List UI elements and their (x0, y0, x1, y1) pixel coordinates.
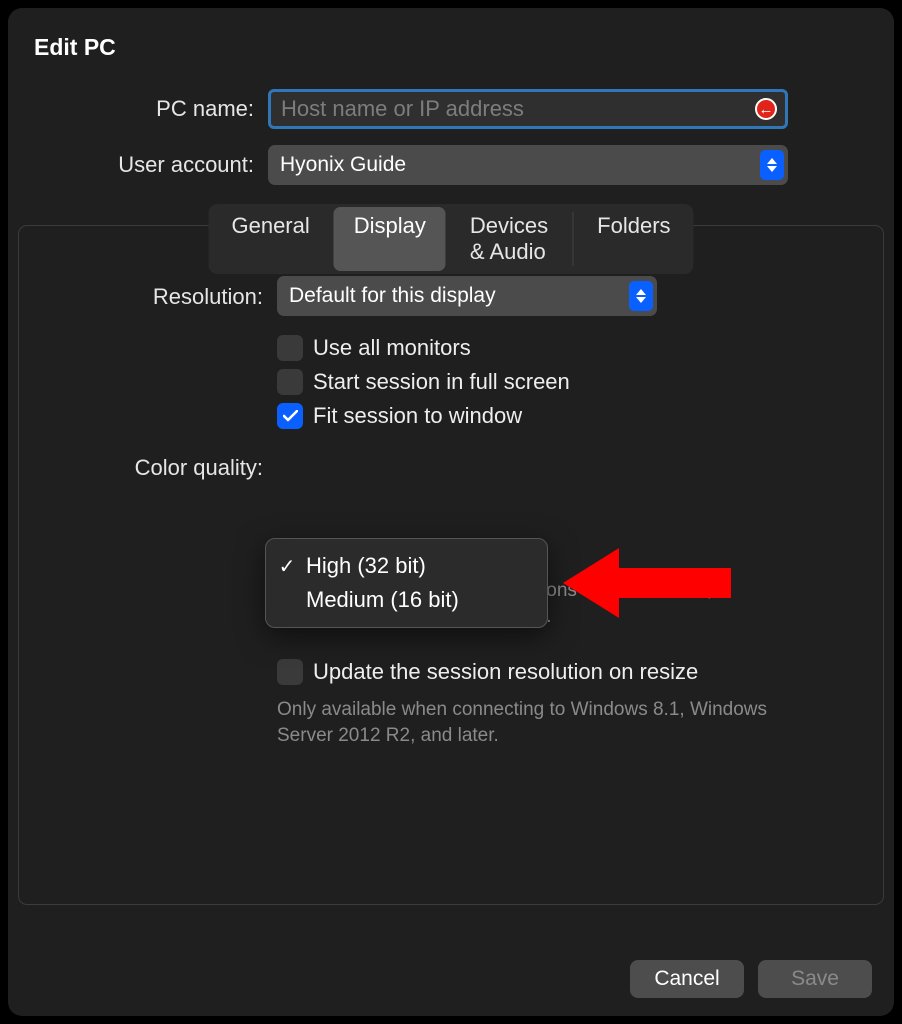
user-account-select[interactable]: Hyonix Guide (268, 145, 788, 185)
full-screen-option[interactable]: Start session in full screen (277, 369, 570, 395)
user-account-value: Hyonix Guide (280, 153, 406, 177)
pc-name-placeholder: Host name or IP address (281, 96, 524, 122)
stepper-icon (760, 150, 784, 180)
checkbox-unchecked-icon (277, 369, 303, 395)
tab-display[interactable]: Display (334, 207, 446, 271)
dialog-footer: Cancel Save (630, 960, 872, 998)
update-on-resize-note: Only available when connecting to Window… (277, 697, 787, 748)
display-tab-content: Resolution: Default for this display (37, 226, 865, 749)
user-account-row: User account: Hyonix Guide (18, 145, 884, 185)
tab-bar: General Display Devices & Audio Folders (208, 204, 693, 274)
resolution-value: Default for this display (289, 284, 496, 308)
tab-folders[interactable]: Folders (577, 207, 690, 271)
color-quality-dropdown: ✓ High (32 bit) Medium (16 bit) (265, 538, 548, 628)
update-on-resize-label: Update the session resolution on resize (313, 659, 698, 685)
color-quality-option-high-label: High (32 bit) (306, 553, 426, 579)
pc-name-row: PC name: Host name or IP address ← (18, 89, 884, 129)
checkbox-unchecked-icon (277, 335, 303, 361)
update-on-resize-option[interactable]: Update the session resolution on resize (277, 659, 787, 685)
stepper-icon (629, 281, 653, 311)
error-icon: ← (755, 98, 777, 120)
cancel-button[interactable]: Cancel (630, 960, 744, 998)
use-all-monitors-option[interactable]: Use all monitors (277, 335, 570, 361)
resolution-label: Resolution: (37, 276, 277, 310)
annotation-arrow-icon (563, 540, 733, 626)
checkmark-icon: ✓ (276, 554, 298, 579)
fit-window-label: Fit session to window (313, 403, 522, 429)
save-button[interactable]: Save (758, 960, 872, 998)
color-quality-option-high[interactable]: ✓ High (32 bit) (266, 549, 547, 583)
edit-pc-window: Edit PC PC name: Host name or IP address… (8, 8, 894, 1016)
pc-name-label: PC name: (18, 96, 268, 122)
pc-name-input[interactable]: Host name or IP address ← (268, 89, 788, 129)
color-quality-option-medium-label: Medium (16 bit) (306, 587, 459, 613)
tab-devices-audio[interactable]: Devices & Audio (450, 207, 569, 271)
checkbox-unchecked-icon (277, 659, 303, 685)
color-quality-label: Color quality: (37, 447, 277, 481)
fit-window-option[interactable]: Fit session to window (277, 403, 570, 429)
window-title: Edit PC (34, 34, 884, 61)
user-account-label: User account: (18, 152, 268, 178)
resolution-select[interactable]: Default for this display (277, 276, 657, 316)
tab-general[interactable]: General (211, 207, 329, 271)
use-all-monitors-label: Use all monitors (313, 335, 471, 361)
full-screen-label: Start session in full screen (313, 369, 570, 395)
color-quality-option-medium[interactable]: Medium (16 bit) (266, 583, 547, 617)
checkbox-checked-icon (277, 403, 303, 429)
